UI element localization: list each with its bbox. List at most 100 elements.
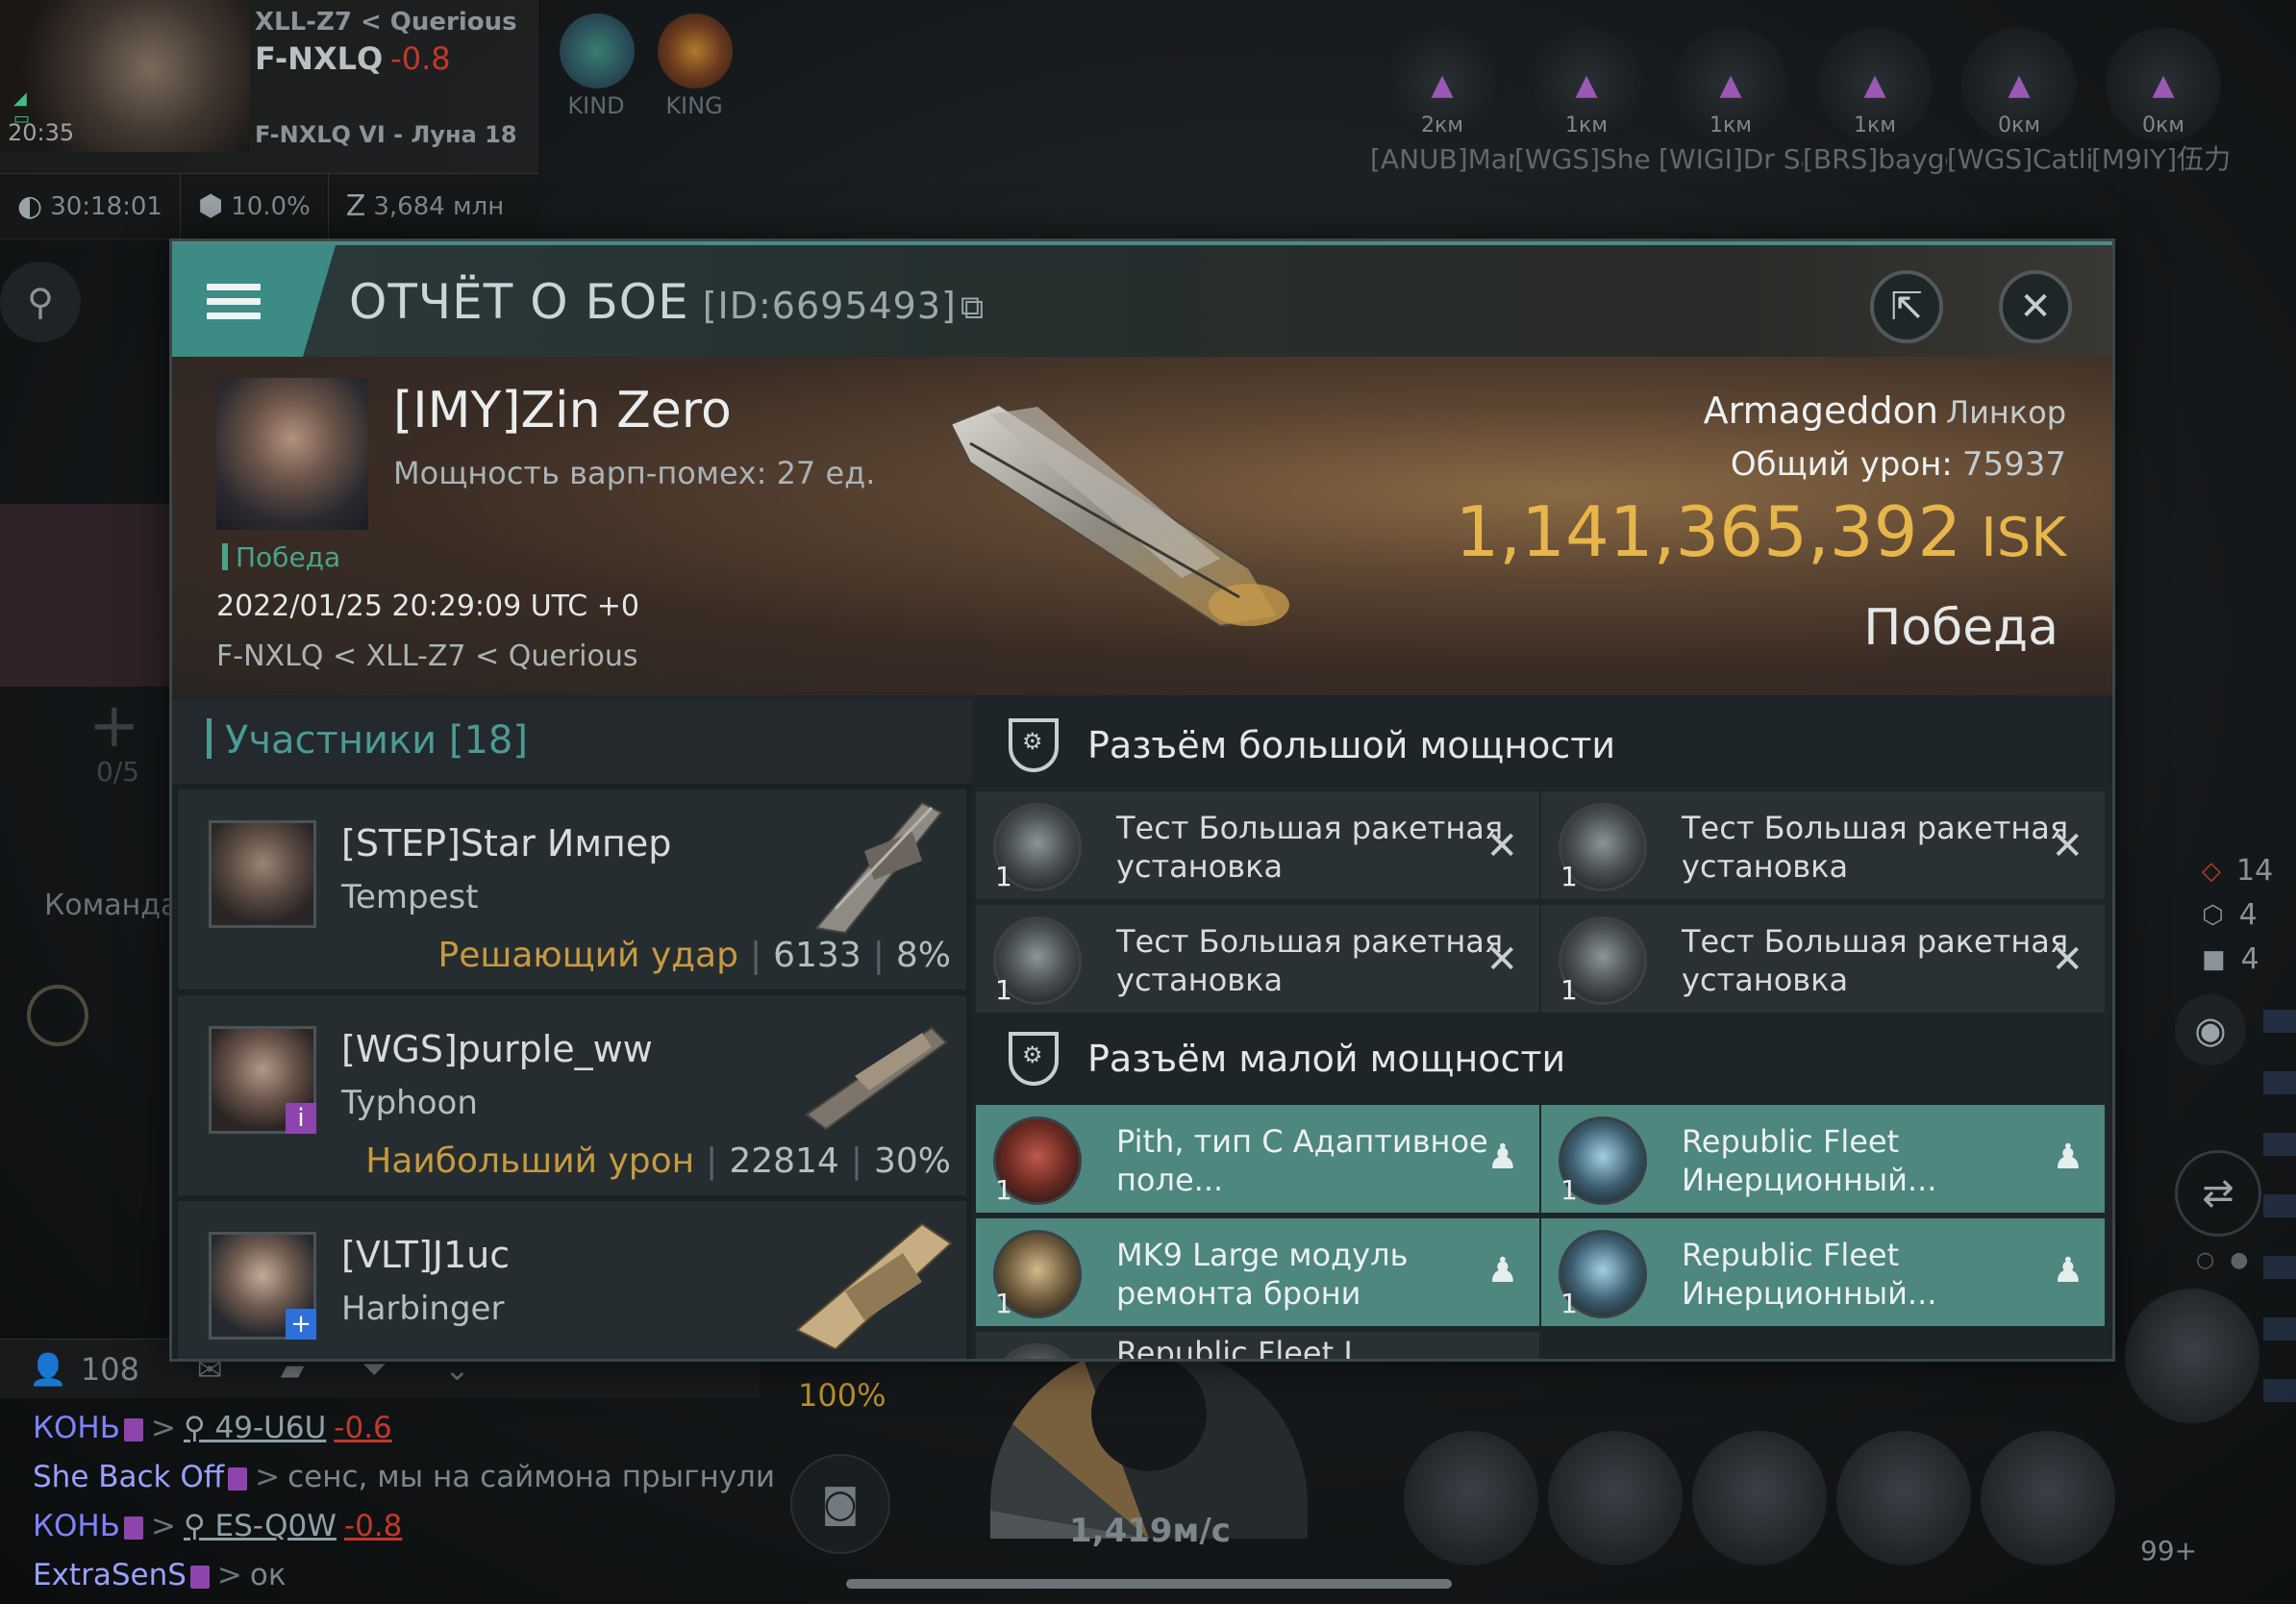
participant-damage: 22814 xyxy=(729,1141,839,1181)
hud-time: 20:35 xyxy=(8,119,75,146)
swap-icon[interactable]: ⇄ xyxy=(2175,1150,2261,1237)
ship-render[interactable] xyxy=(932,386,1335,645)
module-button[interactable] xyxy=(2125,1289,2259,1423)
target-item[interactable]: ▲ 1км [WGS]She Back Off xyxy=(1514,27,1659,176)
module-icon xyxy=(993,1343,1082,1359)
module-item[interactable]: 1 Republic Fleet Инерционный... ♟ xyxy=(1541,1218,2105,1326)
target-item[interactable]: ▲ 0км [WGS]Catling [Dominix] xyxy=(1947,27,2091,176)
overview-strip[interactable] xyxy=(2263,971,2296,1423)
plus-icon[interactable]: + xyxy=(88,690,140,762)
avatar[interactable]: i xyxy=(209,1026,316,1134)
avatar[interactable] xyxy=(209,820,316,928)
target-item[interactable]: ▲ 1км [WIGI]Dr Saimon xyxy=(1659,27,1803,176)
ship-type[interactable]: Armageddon Линкор xyxy=(1704,389,2066,432)
info-badge-icon: i xyxy=(286,1103,316,1134)
module-item[interactable]: 1 Тест Большая ракетная установка ✕ xyxy=(1541,791,2105,899)
stat-timer-value: 30:18:01 xyxy=(50,191,162,221)
chat-nick[interactable]: ExtraSenS xyxy=(33,1558,187,1592)
module-button[interactable] xyxy=(1692,1431,1827,1566)
alliance-logo-icon[interactable] xyxy=(658,13,733,88)
participant-stat: Наибольший урон | 22814 | 30% xyxy=(365,1141,951,1181)
target-item[interactable]: ▲ 0км [M9IY]伍力 霸 xyxy=(2091,27,2235,176)
home-indicator[interactable] xyxy=(846,1579,1452,1589)
location-pin-icon[interactable]: ⚲ xyxy=(0,262,81,342)
target-distance: 1км xyxy=(1710,113,1752,138)
close-button[interactable]: ✕ xyxy=(1999,270,2072,343)
participant-ship: Tempest xyxy=(341,878,479,916)
fleet-panel[interactable] xyxy=(0,504,173,687)
people-button[interactable]: 👤 108 xyxy=(0,1351,168,1388)
victim-portrait[interactable] xyxy=(216,378,368,530)
target-name: [WIGI]Dr Saimon xyxy=(1659,143,1803,175)
battle-result: Победа xyxy=(1863,599,2059,657)
module-name: Тест Большая ракетная установка xyxy=(1116,923,1504,998)
module-item[interactable]: 1 Тест Большая ракетная установка ✕ xyxy=(976,791,1539,899)
share-button[interactable]: ⇱ xyxy=(1870,270,1943,343)
eye-icon[interactable]: ◉ xyxy=(2175,994,2246,1065)
corp-logo-icon[interactable] xyxy=(560,13,635,88)
isk-value: 1,141,365,392 ISK xyxy=(1455,491,2066,572)
top-damage-label: Наибольший урон xyxy=(365,1141,695,1181)
module-item[interactable]: 1 Тест Большая ракетная установка ✕ xyxy=(1541,905,2105,1013)
ship-thumbnail xyxy=(814,801,943,935)
participant-row[interactable]: [STEP]Star Импер Tempest Решающий удар | 6… xyxy=(178,789,966,990)
high-slot-icon xyxy=(1009,718,1059,772)
chat-nick[interactable]: She Back Off xyxy=(33,1460,224,1494)
target-circle-icon[interactable] xyxy=(27,985,88,1046)
low-slot-icon xyxy=(1009,1032,1059,1086)
chat-location[interactable]: ⚲ ES-Q0W xyxy=(184,1509,337,1543)
modal-title: ОТЧЁТ О БОЕ [ID:6695493] ⧉ xyxy=(349,274,985,330)
module-item[interactable]: Republic Fleet I... xyxy=(976,1332,1539,1359)
menu-button[interactable] xyxy=(172,245,336,357)
participant-name: [WGS]purple_ww xyxy=(341,1028,653,1070)
module-item[interactable]: 1 Pith, тип C Адаптивное поле... ♟ xyxy=(976,1105,1539,1213)
battle-location[interactable]: F-NXLQ < XLL-Z7 < Querious xyxy=(216,639,638,673)
participant-percent: 30% xyxy=(873,1141,951,1181)
module-qty: 1 xyxy=(995,1288,1012,1319)
low-slot-title: Разъём малой мощности xyxy=(1087,1038,1566,1080)
avatar[interactable]: + xyxy=(209,1232,316,1340)
module-item[interactable]: 1 MK9 Large модуль ремонта брони ♟ xyxy=(976,1218,1539,1326)
right-counter: ■ 4 xyxy=(2202,942,2259,976)
chat-log[interactable]: КОНЬ > ⚲ 49-U6U -0.6 She Back Off > сенс, мы … xyxy=(33,1404,775,1600)
chat-nick[interactable]: КОНЬ xyxy=(33,1411,120,1445)
module-button[interactable] xyxy=(1981,1431,2115,1566)
dropped-person-icon: ♟ xyxy=(2052,1251,2084,1291)
corp-label: KIND xyxy=(567,92,625,119)
people-count: 108 xyxy=(80,1350,139,1388)
participants-title: Участники [18] xyxy=(207,718,528,763)
stat-timer[interactable]: ◐ 30:18:01 xyxy=(0,174,181,238)
target-item[interactable]: ▲ 1км [BRS]baygon [Drake xyxy=(1803,27,1947,176)
chat-location[interactable]: ⚲ 49-U6U xyxy=(184,1411,326,1445)
module-name: Pith, тип C Адаптивное поле... xyxy=(1116,1123,1488,1198)
target-item[interactable]: ▲ 2км [ANUB]Marsha Ray xyxy=(1370,27,1514,176)
victim-warp-strength: Мощность варп-помех: 27 ед. xyxy=(393,455,876,491)
chat-nick[interactable]: КОНЬ xyxy=(33,1509,120,1543)
final-blow-label: Решающий удар xyxy=(437,936,738,975)
team-label[interactable]: Команда xyxy=(44,889,178,922)
chat-location-text: ES-Q0W xyxy=(214,1509,337,1543)
copy-icon[interactable]: ⧉ xyxy=(961,288,985,327)
total-damage: Общий урон: 75937 xyxy=(1731,445,2066,484)
damage-label: Общий урон: xyxy=(1730,445,1953,484)
module-button[interactable] xyxy=(1404,1431,1538,1566)
speed-readout: 1,419м/с xyxy=(1069,1512,1231,1550)
ship-name: Armageddon xyxy=(1703,389,1938,432)
module-item[interactable]: 1 Тест Большая ракетная установка ✕ xyxy=(976,905,1539,1013)
system-name[interactable]: F-NXLQ -0.8 xyxy=(255,40,451,77)
ship-thumbnail xyxy=(795,1222,953,1349)
participant-row[interactable]: i [WGS]purple_ww Typhoon Наибольший урон… xyxy=(178,995,966,1195)
battle-date: 2022/01/25 20:29:09 UTC +0 xyxy=(216,589,639,623)
module-name: MK9 Large модуль ремонта брони xyxy=(1116,1237,1409,1312)
system-security: -0.8 xyxy=(390,40,451,77)
victim-name[interactable]: [IMY]Zin Zero xyxy=(393,382,732,439)
module-button[interactable] xyxy=(1836,1431,1971,1566)
stat-cargo[interactable]: ⬢ 10.0% xyxy=(181,174,329,238)
module-item[interactable]: 1 Republic Fleet Инерционный... ♟ xyxy=(1541,1105,2105,1213)
camera-icon[interactable]: ◙ xyxy=(790,1454,890,1554)
plus-badge-icon: + xyxy=(286,1309,316,1340)
participant-row[interactable]: + [VLT]J1uc Harbinger xyxy=(178,1201,966,1359)
module-button[interactable] xyxy=(1548,1431,1683,1566)
stat-money[interactable]: Z 3,684 млн xyxy=(329,174,522,238)
participant-name: [STEP]Star Импер xyxy=(341,822,672,865)
